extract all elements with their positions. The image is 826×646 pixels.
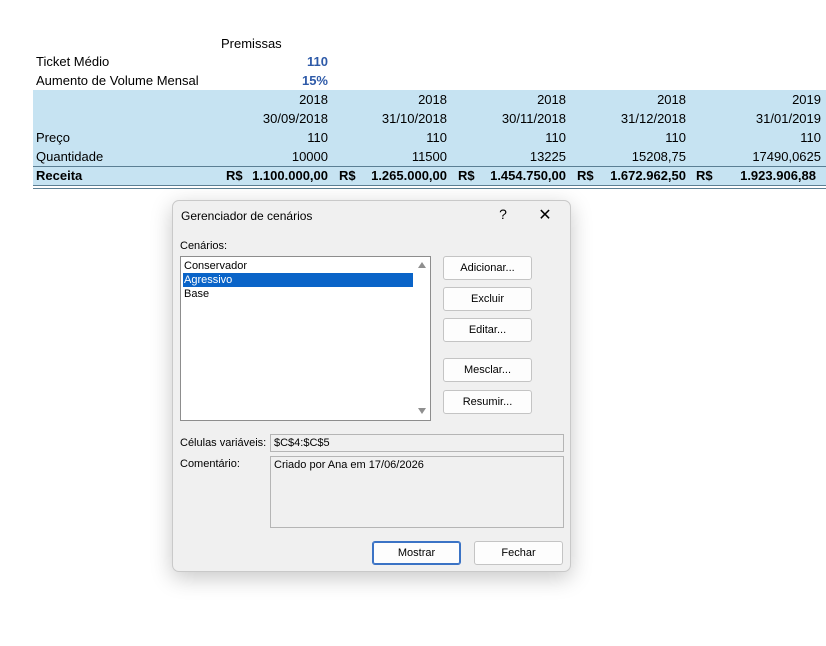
total-border-bottom — [33, 185, 826, 186]
quantidade-cell[interactable]: 10000 — [230, 147, 328, 166]
close-button[interactable]: Fechar — [474, 541, 563, 565]
show-button[interactable]: Mostrar — [372, 541, 461, 565]
help-icon[interactable]: ? — [493, 206, 513, 222]
ticket-label[interactable]: Ticket Médio — [36, 52, 109, 71]
scenarios-listbox[interactable]: Conservador Agressivo Base — [180, 256, 431, 421]
receita-cell[interactable]: 1.454.750,00 — [481, 166, 566, 185]
preco-cell[interactable]: 110 — [350, 128, 447, 147]
date-cell[interactable]: 30/09/2018 — [230, 109, 328, 128]
currency-symbol: R$ — [577, 168, 594, 183]
year-cell[interactable]: 2019 — [707, 90, 821, 109]
add-button[interactable]: Adicionar... — [443, 256, 532, 280]
quantidade-cell[interactable]: 13225 — [468, 147, 566, 166]
close-icon[interactable]: ✕ — [533, 205, 557, 225]
aumento-value[interactable]: 15% — [270, 71, 328, 90]
receita-cell[interactable]: 1.100.000,00 — [248, 166, 328, 185]
receita-cell[interactable]: 1.672.962,50 — [600, 166, 686, 185]
changing-cells-field: $C$4:$C$5 — [270, 434, 564, 452]
spreadsheet: Premissas Ticket Médio 110 Aumento de Vo… — [0, 0, 826, 200]
quantidade-cell[interactable]: 17490,0625 — [707, 147, 821, 166]
ticket-value[interactable]: 110 — [270, 52, 328, 71]
preco-label[interactable]: Preço — [36, 128, 70, 147]
date-cell[interactable]: 31/10/2018 — [350, 109, 447, 128]
scenario-manager-dialog: Gerenciador de cenários ? ✕ Cenários: Co… — [172, 200, 571, 572]
date-cell[interactable]: 31/12/2018 — [588, 109, 686, 128]
changing-cells-label: Células variáveis: — [180, 437, 267, 449]
scenarios-label: Cenários: — [180, 240, 228, 252]
year-cell[interactable]: 2018 — [230, 90, 328, 109]
year-cell[interactable]: 2018 — [350, 90, 447, 109]
quantidade-label[interactable]: Quantidade — [36, 147, 103, 166]
currency-symbol: R$ — [458, 168, 475, 183]
comment-label: Comentário: — [180, 458, 240, 470]
currency-symbol: R$ — [339, 168, 356, 183]
merge-button[interactable]: Mesclar... — [443, 358, 532, 382]
listbox-scrollbar[interactable] — [414, 257, 430, 420]
dialog-title: Gerenciador de cenários — [181, 209, 313, 223]
date-cell[interactable]: 30/11/2018 — [468, 109, 566, 128]
year-cell[interactable]: 2018 — [588, 90, 686, 109]
currency-symbol: R$ — [226, 168, 243, 183]
comment-field: Criado por Ana em 17/06/2026 — [270, 456, 564, 528]
date-cell[interactable]: 31/01/2019 — [707, 109, 821, 128]
quantidade-cell[interactable]: 11500 — [350, 147, 447, 166]
delete-button[interactable]: Excluir — [443, 287, 532, 311]
preco-cell[interactable]: 110 — [230, 128, 328, 147]
receita-cell[interactable]: 1.923.906,88 — [725, 166, 816, 185]
summary-button[interactable]: Resumir... — [443, 390, 532, 414]
preco-cell[interactable]: 110 — [588, 128, 686, 147]
list-item[interactable]: Conservador — [183, 259, 413, 273]
scroll-up-icon[interactable] — [418, 262, 426, 268]
aumento-label[interactable]: Aumento de Volume Mensal — [36, 71, 199, 90]
edit-button[interactable]: Editar... — [443, 318, 532, 342]
total-border-bottom-double — [33, 188, 826, 189]
year-cell[interactable]: 2018 — [468, 90, 566, 109]
receita-cell[interactable]: 1.265.000,00 — [362, 166, 447, 185]
preco-cell[interactable]: 110 — [468, 128, 566, 147]
premissas-header[interactable]: Premissas — [221, 34, 282, 53]
scroll-down-icon[interactable] — [418, 408, 426, 414]
list-item[interactable]: Base — [183, 287, 413, 301]
quantidade-cell[interactable]: 15208,75 — [588, 147, 686, 166]
currency-symbol: R$ — [696, 168, 713, 183]
list-item-selected[interactable]: Agressivo — [183, 273, 413, 287]
preco-cell[interactable]: 110 — [707, 128, 821, 147]
receita-label[interactable]: Receita — [36, 166, 82, 185]
